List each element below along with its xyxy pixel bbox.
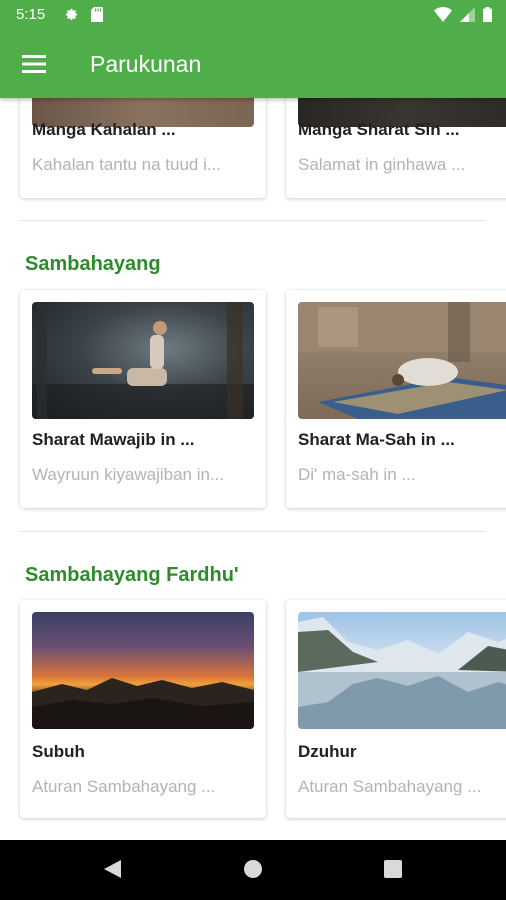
gear-icon	[64, 7, 79, 27]
section-divider	[20, 220, 486, 221]
content-scroll-area[interactable]: Manga Kahalan ... Kahalan tantu na tuud …	[0, 98, 506, 840]
card-title: Sharat Mawajib in ...	[32, 430, 195, 449]
system-nav-bar	[0, 840, 506, 900]
card-title: Manga Kahalan ...	[32, 120, 176, 139]
kneeling-dancer-photo	[32, 302, 254, 419]
section-title-sambahayang-fardhu: Sambahayang Fardhu'	[25, 564, 239, 586]
card-manga-sharat[interactable]: Manga Sharat Sin ... Salamat in ginhawa …	[286, 98, 506, 198]
card-subtitle: Di' ma-sah in ...	[298, 465, 416, 484]
card-sharat-ma-sah[interactable]: Sharat Ma-Sah in ... Di' ma-sah in ...	[286, 290, 506, 508]
card-dzuhur[interactable]: Dzuhur Aturan Sambahayang ...	[286, 600, 506, 818]
dawn-sky-photo	[32, 612, 254, 729]
battery-icon	[483, 7, 492, 27]
recents-icon[interactable]	[382, 858, 404, 885]
section-divider	[20, 531, 486, 532]
signal-icon	[460, 7, 475, 27]
card-subtitle: Wayruun kiyawajiban in...	[32, 465, 225, 484]
card-subuh[interactable]: Subuh Aturan Sambahayang ...	[20, 600, 266, 818]
prostrating-prayer-photo	[298, 302, 506, 419]
section-title-sambahayang: Sambahayang	[25, 253, 161, 275]
card-subtitle: Aturan Sambahayang ...	[32, 777, 216, 796]
back-icon[interactable]	[101, 858, 123, 885]
card-manga-kahalan[interactable]: Manga Kahalan ... Kahalan tantu na tuud …	[20, 98, 266, 198]
card-title: Dzuhur	[298, 742, 357, 761]
mountain-lake-photo	[298, 612, 506, 729]
app-bar: Parukunan	[0, 30, 506, 98]
card-subtitle: Aturan Sambahayang ...	[298, 777, 482, 796]
card-sharat-mawajib[interactable]: Sharat Mawajib in ... Wayruun kiyawajiba…	[20, 290, 266, 508]
card-title: Subuh	[32, 742, 85, 761]
wifi-icon	[434, 7, 452, 27]
status-time: 5:15	[16, 6, 46, 23]
hamburger-menu-icon[interactable]	[22, 54, 48, 74]
status-left-icons	[64, 7, 103, 27]
card-subtitle: Kahalan tantu na tuud i...	[32, 155, 222, 174]
home-icon[interactable]	[242, 858, 264, 885]
card-title: Sharat Ma-Sah in ...	[298, 430, 455, 449]
app-title: Parukunan	[90, 51, 202, 77]
sd-card-icon	[91, 7, 103, 27]
card-subtitle: Salamat in ginhawa ...	[298, 155, 466, 174]
status-bar: 5:15	[0, 0, 506, 30]
status-right-icons	[434, 7, 492, 27]
card-title: Manga Sharat Sin ...	[298, 120, 460, 139]
